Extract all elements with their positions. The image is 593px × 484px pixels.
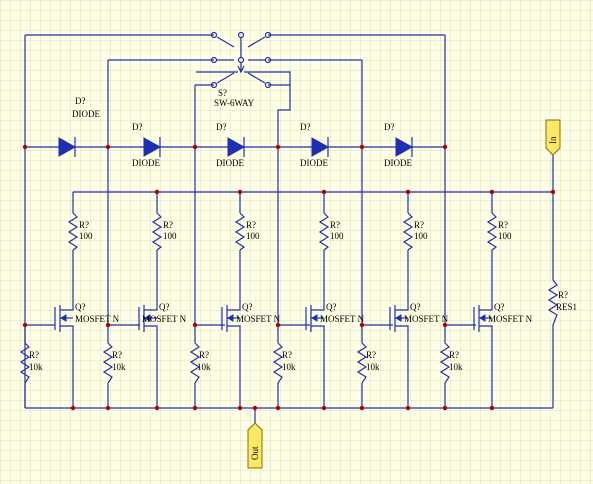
pulldown-resistor-3-designator: R? (199, 350, 209, 360)
mosfet-4-value: MOSFET N (320, 314, 365, 324)
diode-2-designator: D? (132, 122, 143, 132)
pulldown-resistor-5-value: 10k (366, 362, 380, 372)
gate-resistor-3-value: 100 (246, 231, 260, 241)
input-port-label: In (548, 136, 558, 144)
diode-1-value: DIODE (72, 109, 100, 119)
diode-3-designator: D? (216, 122, 227, 132)
diode-5-designator: D? (384, 122, 395, 132)
input-port: In (545, 119, 561, 156)
diode-4-value: DIODE (300, 158, 328, 168)
mosfet-2-value: MOSFET N (142, 314, 187, 324)
pulldown-resistor-2-designator: R? (112, 350, 122, 360)
gate-resistor-1-value: 100 (79, 231, 93, 241)
input-resistor-designator: R? (558, 290, 568, 300)
pulldown-resistor-2-value: 10k (112, 362, 126, 372)
pulldown-resistor-4-designator: R? (282, 350, 292, 360)
pulldown-resistor-6-value: 10k (449, 362, 463, 372)
gate-resistor-5-value: 100 (414, 231, 428, 241)
mosfet-6-designator: Q? (494, 302, 505, 312)
pulldown-resistor-1-designator: R? (29, 350, 39, 360)
pulldown-resistor-4-value: 10k (282, 362, 296, 372)
diode-3-value: DIODE (216, 158, 244, 168)
gate-resistor-6-designator: R? (498, 220, 508, 230)
switch-designator: S? (218, 88, 227, 98)
output-port: Out (247, 422, 263, 469)
pulldown-resistor-6-designator: R? (449, 350, 459, 360)
diode-4-designator: D? (300, 122, 311, 132)
pulldown-resistor-5-designator: R? (366, 350, 376, 360)
schematic-sheet: S? SW-6WAY D? DIODE D? DIODE D? DIODE D?… (0, 0, 593, 484)
mosfet-4-designator: Q? (326, 302, 337, 312)
pulldown-resistor-1-value: 10k (29, 362, 43, 372)
gate-resistor-5-designator: R? (414, 220, 424, 230)
grid-background (0, 0, 593, 484)
mosfet-1-value: MOSFET N (75, 314, 120, 324)
mosfet-5-value: MOSFET N (404, 314, 449, 324)
mosfet-1-designator: Q? (75, 302, 86, 312)
input-resistor-value: RES1 (556, 302, 577, 312)
gate-resistor-4-value: 100 (330, 231, 344, 241)
gate-resistor-2-value: 100 (163, 231, 177, 241)
switch-value: SW-6WAY (214, 98, 255, 108)
gate-resistor-4-designator: R? (330, 220, 340, 230)
diode-5-value: DIODE (384, 158, 412, 168)
output-port-label: Out (250, 446, 260, 460)
gate-resistor-2-designator: R? (163, 220, 173, 230)
mosfet-5-designator: Q? (410, 302, 421, 312)
pulldown-resistor-3-value: 10k (197, 362, 211, 372)
diode-1-designator: D? (75, 96, 86, 106)
gate-resistor-3-designator: R? (246, 220, 256, 230)
gate-resistor-6-value: 100 (498, 231, 512, 241)
mosfet-3-designator: Q? (242, 302, 253, 312)
diode-2-value: DIODE (132, 158, 160, 168)
mosfet-6-value: MOSFET N (488, 314, 533, 324)
gate-resistor-1-designator: R? (79, 220, 89, 230)
mosfet-3-value: MOSFET N (236, 314, 281, 324)
mosfet-2-designator: Q? (159, 302, 170, 312)
